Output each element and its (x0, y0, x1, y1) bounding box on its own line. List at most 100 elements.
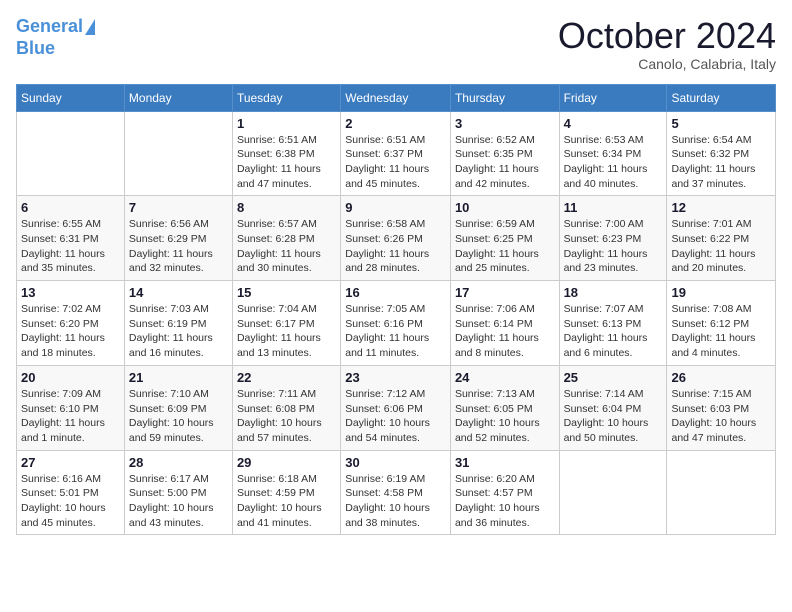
day-info: Sunrise: 7:00 AM Sunset: 6:23 PM Dayligh… (564, 217, 663, 276)
day-number: 25 (564, 370, 663, 385)
day-info: Sunrise: 6:55 AM Sunset: 6:31 PM Dayligh… (21, 217, 120, 276)
day-info: Sunrise: 7:02 AM Sunset: 6:20 PM Dayligh… (21, 302, 120, 361)
day-info: Sunrise: 7:09 AM Sunset: 6:10 PM Dayligh… (21, 387, 120, 446)
calendar-cell: 30Sunrise: 6:19 AM Sunset: 4:58 PM Dayli… (341, 450, 451, 535)
calendar-cell (667, 450, 776, 535)
day-number: 23 (345, 370, 446, 385)
calendar-cell: 13 Sunrise: 7:02 AM Sunset: 6:20 PM Dayli… (17, 281, 125, 366)
day-info: Sunrise: 6:51 AM Sunset: 6:37 PM Dayligh… (345, 133, 446, 192)
calendar-table: SundayMondayTuesdayWednesdayThursdayFrid… (16, 84, 776, 536)
day-number: 14 (129, 285, 228, 300)
calendar-cell: 24 Sunrise: 7:13 AM Sunset: 6:05 PM Dayli… (450, 365, 559, 450)
calendar-header-wednesday: Wednesday (341, 84, 451, 111)
day-number: 15 (237, 285, 336, 300)
calendar-cell: 26 Sunrise: 7:15 AM Sunset: 6:03 PM Dayli… (667, 365, 776, 450)
calendar-cell: 29Sunrise: 6:18 AM Sunset: 4:59 PM Dayli… (232, 450, 340, 535)
title-section: October 2024 Canolo, Calabria, Italy (558, 16, 776, 72)
logo-text: General (16, 16, 83, 38)
day-number: 26 (671, 370, 771, 385)
day-info: Sunrise: 6:16 AM Sunset: 5:01 PM Dayligh… (21, 472, 120, 531)
calendar-cell: 6 Sunrise: 6:55 AM Sunset: 6:31 PM Daylig… (17, 196, 125, 281)
day-info: Sunrise: 6:17 AM Sunset: 5:00 PM Dayligh… (129, 472, 228, 531)
logo: General Blue (16, 16, 95, 59)
day-number: 5 (671, 116, 771, 131)
day-info: Sunrise: 7:03 AM Sunset: 6:19 PM Dayligh… (129, 302, 228, 361)
calendar-cell: 9 Sunrise: 6:58 AM Sunset: 6:26 PM Daylig… (341, 196, 451, 281)
day-number: 8 (237, 200, 336, 215)
calendar-cell: 12 Sunrise: 7:01 AM Sunset: 6:22 PM Dayli… (667, 196, 776, 281)
day-number: 3 (455, 116, 555, 131)
day-number: 4 (564, 116, 663, 131)
calendar-cell: 11Sunrise: 7:00 AM Sunset: 6:23 PM Dayli… (559, 196, 667, 281)
calendar-cell: 15 Sunrise: 7:04 AM Sunset: 6:17 PM Dayli… (232, 281, 340, 366)
day-info: Sunrise: 7:01 AM Sunset: 6:22 PM Dayligh… (671, 217, 771, 276)
calendar-cell (17, 111, 125, 196)
logo-text2: Blue (16, 38, 95, 60)
calendar-week-row: 27 Sunrise: 6:16 AM Sunset: 5:01 PM Dayli… (17, 450, 776, 535)
day-info: Sunrise: 6:51 AM Sunset: 6:38 PM Dayligh… (237, 133, 336, 192)
calendar-cell: 25 Sunrise: 7:14 AM Sunset: 6:04 PM Dayli… (559, 365, 667, 450)
day-number: 1 (237, 116, 336, 131)
day-number: 13 (21, 285, 120, 300)
calendar-cell (559, 450, 667, 535)
day-info: Sunrise: 6:52 AM Sunset: 6:35 PM Dayligh… (455, 133, 555, 192)
day-info: Sunrise: 6:58 AM Sunset: 6:26 PM Dayligh… (345, 217, 446, 276)
calendar-cell: 4 Sunrise: 6:53 AM Sunset: 6:34 PM Daylig… (559, 111, 667, 196)
calendar-week-row: 20 Sunrise: 7:09 AM Sunset: 6:10 PM Dayli… (17, 365, 776, 450)
calendar-header-friday: Friday (559, 84, 667, 111)
day-number: 12 (671, 200, 771, 215)
calendar-cell: 8 Sunrise: 6:57 AM Sunset: 6:28 PM Daylig… (232, 196, 340, 281)
calendar-cell: 19 Sunrise: 7:08 AM Sunset: 6:12 PM Dayli… (667, 281, 776, 366)
calendar-cell: 10Sunrise: 6:59 AM Sunset: 6:25 PM Dayli… (450, 196, 559, 281)
day-number: 18 (564, 285, 663, 300)
day-info: Sunrise: 6:54 AM Sunset: 6:32 PM Dayligh… (671, 133, 771, 192)
calendar-cell: 23 Sunrise: 7:12 AM Sunset: 6:06 PM Dayli… (341, 365, 451, 450)
day-info: Sunrise: 6:19 AM Sunset: 4:58 PM Dayligh… (345, 472, 446, 531)
day-info: Sunrise: 7:13 AM Sunset: 6:05 PM Dayligh… (455, 387, 555, 446)
calendar-cell: 28 Sunrise: 6:17 AM Sunset: 5:00 PM Dayli… (124, 450, 232, 535)
day-number: 6 (21, 200, 120, 215)
calendar-cell: 27 Sunrise: 6:16 AM Sunset: 5:01 PM Dayli… (17, 450, 125, 535)
day-info: Sunrise: 7:11 AM Sunset: 6:08 PM Dayligh… (237, 387, 336, 446)
calendar-cell: 16 Sunrise: 7:05 AM Sunset: 6:16 PM Dayli… (341, 281, 451, 366)
day-number: 19 (671, 285, 771, 300)
calendar-header-row: SundayMondayTuesdayWednesdayThursdayFrid… (17, 84, 776, 111)
day-number: 22 (237, 370, 336, 385)
calendar-cell: 3 Sunrise: 6:52 AM Sunset: 6:35 PM Daylig… (450, 111, 559, 196)
calendar-week-row: 13 Sunrise: 7:02 AM Sunset: 6:20 PM Dayli… (17, 281, 776, 366)
day-number: 24 (455, 370, 555, 385)
day-info: Sunrise: 6:18 AM Sunset: 4:59 PM Dayligh… (237, 472, 336, 531)
day-number: 9 (345, 200, 446, 215)
calendar-header-monday: Monday (124, 84, 232, 111)
calendar-cell (124, 111, 232, 196)
month-title: October 2024 (558, 16, 776, 56)
day-info: Sunrise: 7:10 AM Sunset: 6:09 PM Dayligh… (129, 387, 228, 446)
calendar-cell: 7Sunrise: 6:56 AM Sunset: 6:29 PM Daylig… (124, 196, 232, 281)
day-info: Sunrise: 7:14 AM Sunset: 6:04 PM Dayligh… (564, 387, 663, 446)
day-info: Sunrise: 7:15 AM Sunset: 6:03 PM Dayligh… (671, 387, 771, 446)
day-number: 31 (455, 455, 555, 470)
calendar-header-tuesday: Tuesday (232, 84, 340, 111)
calendar-week-row: 6 Sunrise: 6:55 AM Sunset: 6:31 PM Daylig… (17, 196, 776, 281)
calendar-header-thursday: Thursday (450, 84, 559, 111)
day-number: 16 (345, 285, 446, 300)
page-header: General Blue October 2024 Canolo, Calabr… (16, 16, 776, 72)
day-info: Sunrise: 7:05 AM Sunset: 6:16 PM Dayligh… (345, 302, 446, 361)
day-info: Sunrise: 7:12 AM Sunset: 6:06 PM Dayligh… (345, 387, 446, 446)
day-number: 27 (21, 455, 120, 470)
calendar-cell: 5 Sunrise: 6:54 AM Sunset: 6:32 PM Daylig… (667, 111, 776, 196)
day-info: Sunrise: 7:07 AM Sunset: 6:13 PM Dayligh… (564, 302, 663, 361)
day-info: Sunrise: 6:57 AM Sunset: 6:28 PM Dayligh… (237, 217, 336, 276)
day-info: Sunrise: 6:59 AM Sunset: 6:25 PM Dayligh… (455, 217, 555, 276)
day-info: Sunrise: 7:08 AM Sunset: 6:12 PM Dayligh… (671, 302, 771, 361)
day-number: 2 (345, 116, 446, 131)
calendar-cell: 18 Sunrise: 7:07 AM Sunset: 6:13 PM Dayli… (559, 281, 667, 366)
calendar-cell: 2 Sunrise: 6:51 AM Sunset: 6:37 PM Daylig… (341, 111, 451, 196)
day-number: 28 (129, 455, 228, 470)
day-info: Sunrise: 7:04 AM Sunset: 6:17 PM Dayligh… (237, 302, 336, 361)
calendar-cell: 31Sunrise: 6:20 AM Sunset: 4:57 PM Dayli… (450, 450, 559, 535)
calendar-cell: 21Sunrise: 7:10 AM Sunset: 6:09 PM Dayli… (124, 365, 232, 450)
day-number: 20 (21, 370, 120, 385)
day-info: Sunrise: 7:06 AM Sunset: 6:14 PM Dayligh… (455, 302, 555, 361)
day-info: Sunrise: 6:53 AM Sunset: 6:34 PM Dayligh… (564, 133, 663, 192)
